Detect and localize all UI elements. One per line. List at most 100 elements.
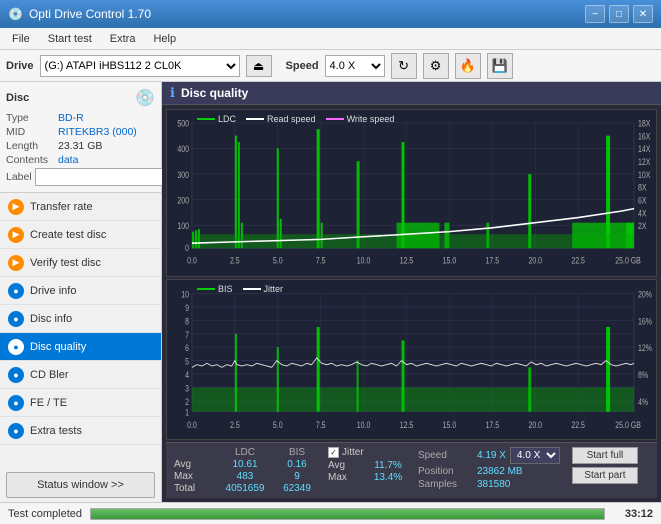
save-button[interactable]: 💾 (487, 53, 513, 79)
sidebar-label-create-test-disc: Create test disc (30, 229, 106, 241)
svg-text:500: 500 (177, 119, 189, 129)
window-controls: − □ ✕ (585, 5, 653, 23)
menu-start-test[interactable]: Start test (40, 31, 100, 47)
sidebar-label-transfer-rate: Transfer rate (30, 201, 93, 213)
stats-ldc-header: LDC (220, 447, 270, 458)
start-part-button[interactable]: Start part (572, 467, 638, 484)
stats-total-label: Total (174, 483, 216, 494)
sidebar-item-disc-quality[interactable]: ● Disc quality (0, 333, 161, 361)
svg-text:8%: 8% (638, 371, 649, 381)
sidebar-item-transfer-rate[interactable]: ▶ Transfer rate (0, 193, 161, 221)
svg-text:22.5: 22.5 (571, 256, 585, 266)
svg-text:12.5: 12.5 (400, 420, 414, 430)
disc-mid-value: RITEKBR3 (000) (58, 126, 137, 138)
drive-select[interactable]: (G:) ATAPI iHBS112 2 CL0K (40, 55, 240, 77)
transfer-rate-icon: ▶ (8, 199, 24, 215)
progress-bar-fill (91, 509, 604, 519)
bis-chart: BIS Jitter (166, 279, 657, 440)
sidebar-nav: ▶ Transfer rate ▶ Create test disc ▶ Ver… (0, 193, 161, 468)
main-area: Disc 💿 Type BD-R MID RITEKBR3 (000) Leng… (0, 82, 661, 502)
refresh-button[interactable]: ↻ (391, 53, 417, 79)
minimize-button[interactable]: − (585, 5, 605, 23)
svg-text:4: 4 (185, 371, 189, 381)
disc-quality-header-icon: ℹ (170, 85, 175, 101)
disc-label-input[interactable] (35, 168, 169, 186)
svg-text:6X: 6X (638, 196, 647, 206)
cd-bler-icon: ● (8, 367, 24, 383)
statusbar: Test completed 33:12 (0, 502, 661, 524)
legend-bis: BIS (197, 284, 233, 294)
jitter-dot (243, 288, 261, 290)
stats-avg-ldc: 10.61 (220, 459, 270, 470)
svg-text:7.5: 7.5 (316, 256, 326, 266)
app-title: Opti Drive Control 1.70 (29, 7, 151, 21)
jitter-avg-label: Avg (328, 460, 364, 471)
sidebar-item-extra-tests[interactable]: ● Extra tests (0, 417, 161, 445)
disc-type-value: BD-R (58, 112, 84, 124)
svg-text:0.0: 0.0 (187, 256, 197, 266)
sidebar-item-drive-info[interactable]: ● Drive info (0, 277, 161, 305)
read-label: Read speed (267, 114, 316, 124)
disc-info-icon: ● (8, 311, 24, 327)
jitter-max-label: Max (328, 472, 364, 483)
svg-text:2X: 2X (638, 221, 647, 231)
verify-test-disc-icon: ▶ (8, 255, 24, 271)
svg-text:12%: 12% (638, 344, 652, 354)
svg-text:10X: 10X (638, 170, 651, 180)
svg-text:5.0: 5.0 (273, 256, 283, 266)
samples-val: 381580 (477, 479, 510, 490)
menu-file[interactable]: File (4, 31, 38, 47)
status-time: 33:12 (613, 508, 653, 520)
status-window-button[interactable]: Status window >> (6, 472, 155, 498)
disc-quality-header: ℹ Disc quality (162, 82, 661, 105)
extra-tests-icon: ● (8, 423, 24, 439)
sidebar-item-cd-bler[interactable]: ● CD Bler (0, 361, 161, 389)
progress-bar-container (90, 508, 605, 520)
disc-quality-title: Disc quality (181, 86, 248, 100)
jitter-checkbox[interactable]: ✓ (328, 447, 339, 458)
burn-button[interactable]: 🔥 (455, 53, 481, 79)
svg-text:15.0: 15.0 (443, 420, 457, 430)
sidebar-label-fe-te: FE / TE (30, 397, 67, 409)
app-icon: 💿 (8, 7, 23, 21)
svg-text:12X: 12X (638, 157, 651, 167)
speed-select[interactable]: 4.0 X (325, 55, 385, 77)
drive-toolbar: Drive (G:) ATAPI iHBS112 2 CL0K ⏏ Speed … (0, 50, 661, 82)
sidebar-label-drive-info: Drive info (30, 285, 76, 297)
close-button[interactable]: ✕ (633, 5, 653, 23)
menu-extra[interactable]: Extra (102, 31, 144, 47)
svg-text:18X: 18X (638, 119, 651, 129)
eject-button[interactable]: ⏏ (246, 55, 272, 77)
start-buttons: Start full Start part (572, 447, 638, 484)
sidebar-item-create-test-disc[interactable]: ▶ Create test disc (0, 221, 161, 249)
sidebar-label-disc-info: Disc info (30, 313, 72, 325)
ldc-label: LDC (218, 114, 236, 124)
ldc-chart: LDC Read speed Write speed (166, 109, 657, 277)
drive-info-icon: ● (8, 283, 24, 299)
sidebar-item-verify-test-disc[interactable]: ▶ Verify test disc (0, 249, 161, 277)
speed-val: 4.19 X (477, 450, 506, 461)
svg-text:16%: 16% (638, 317, 652, 327)
start-full-button[interactable]: Start full (572, 447, 638, 464)
svg-text:20.0: 20.0 (528, 256, 542, 266)
sidebar-label-disc-quality: Disc quality (30, 341, 86, 353)
speed-dropdown-select[interactable]: 4.0 X (510, 447, 560, 464)
legend-write: Write speed (326, 114, 395, 124)
svg-text:12.5: 12.5 (400, 256, 414, 266)
stats-total-ldc: 4051659 (220, 483, 270, 494)
sidebar-item-fe-te[interactable]: ● FE / TE (0, 389, 161, 417)
menu-help[interactable]: Help (145, 31, 184, 47)
disc-contents-value: data (58, 154, 78, 166)
svg-text:0.0: 0.0 (187, 420, 197, 430)
chart2-legend: BIS Jitter (197, 284, 283, 294)
svg-text:400: 400 (177, 144, 189, 154)
position-key: Position (418, 466, 473, 477)
sidebar-item-disc-info[interactable]: ● Disc info (0, 305, 161, 333)
maximize-button[interactable]: □ (609, 5, 629, 23)
svg-text:5: 5 (185, 357, 189, 367)
disc-length-label: Length (6, 140, 58, 152)
svg-text:300: 300 (177, 170, 189, 180)
read-dot (246, 118, 264, 120)
svg-text:17.5: 17.5 (486, 420, 500, 430)
settings-button[interactable]: ⚙ (423, 53, 449, 79)
